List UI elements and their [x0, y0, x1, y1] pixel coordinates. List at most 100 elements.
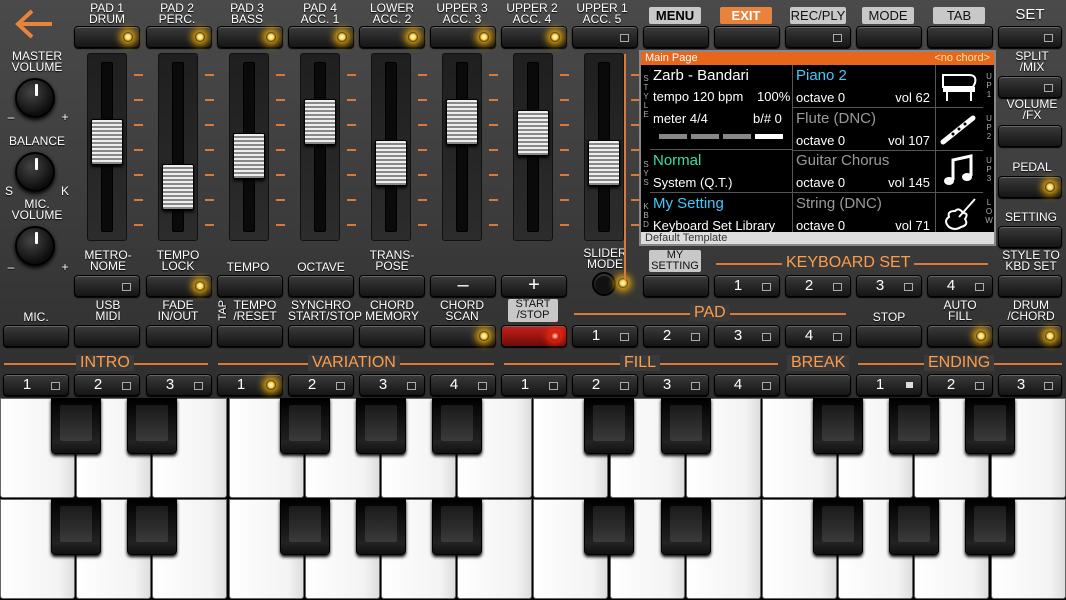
- balance-knob[interactable]: [15, 152, 55, 192]
- violin-icon[interactable]: [939, 197, 979, 237]
- menu-button[interactable]: [643, 26, 709, 48]
- lower-acc2-fader[interactable]: [375, 139, 407, 186]
- black-key[interactable]: [965, 499, 1016, 555]
- black-key[interactable]: [51, 499, 101, 555]
- black-key[interactable]: [51, 398, 101, 454]
- transpose-button[interactable]: [359, 275, 425, 297]
- octave-button[interactable]: [288, 275, 354, 297]
- minus-button[interactable]: –: [430, 275, 496, 297]
- fill-3-button[interactable]: 3: [643, 374, 709, 396]
- mic-button[interactable]: [3, 325, 69, 347]
- pad4-acc1-fader[interactable]: [304, 98, 336, 145]
- piano-icon[interactable]: [939, 69, 979, 109]
- ending-1-button[interactable]: 1: [856, 374, 922, 396]
- intro-1-button[interactable]: 1: [3, 374, 69, 396]
- black-key[interactable]: [584, 398, 635, 454]
- black-key[interactable]: [660, 499, 711, 555]
- mic-volume-knob[interactable]: [15, 226, 55, 266]
- exit-button[interactable]: [714, 26, 780, 48]
- chord-memory-button[interactable]: [359, 325, 425, 347]
- pad-1-button[interactable]: 1: [572, 325, 638, 347]
- upper2-acc4-button[interactable]: [501, 26, 567, 48]
- black-key[interactable]: [889, 398, 940, 454]
- auto-fill-button[interactable]: [927, 325, 993, 347]
- chord-scan-button[interactable]: [430, 325, 496, 347]
- my-setting-button[interactable]: [643, 275, 709, 297]
- rec-ply-button[interactable]: [785, 26, 851, 48]
- black-key[interactable]: [355, 499, 406, 555]
- black-key[interactable]: [813, 398, 863, 454]
- slider-mode-knob[interactable]: [592, 272, 616, 296]
- back-arrow-icon[interactable]: [14, 8, 56, 40]
- part-4-name[interactable]: String (DNC): [796, 195, 882, 212]
- drum-chord-button[interactable]: [998, 325, 1062, 347]
- setting-button[interactable]: [998, 226, 1062, 248]
- variation-3-button[interactable]: 3: [359, 374, 425, 396]
- tempo-button[interactable]: [217, 275, 283, 297]
- synchro-button[interactable]: [288, 325, 354, 347]
- master-volume-knob[interactable]: [15, 78, 55, 118]
- pad1-drum-fader[interactable]: [91, 119, 123, 166]
- start-stop-button[interactable]: [501, 325, 567, 347]
- fill-1-button[interactable]: 1: [501, 374, 567, 396]
- pad3-bass-button[interactable]: [217, 26, 283, 48]
- tempo-reset-button[interactable]: [217, 325, 283, 347]
- black-key[interactable]: [279, 398, 330, 454]
- style-to-kbd-button[interactable]: [998, 275, 1062, 297]
- black-key[interactable]: [127, 499, 178, 555]
- mode-button[interactable]: [856, 26, 922, 48]
- black-key[interactable]: [355, 398, 406, 454]
- keyboard-set-name[interactable]: My Setting: [653, 195, 724, 212]
- variation-4-button[interactable]: 4: [430, 374, 496, 396]
- black-key[interactable]: [584, 499, 635, 555]
- black-key[interactable]: [127, 398, 178, 454]
- fill-2-button[interactable]: 2: [572, 374, 638, 396]
- keyboard-set-3-button[interactable]: 3: [856, 275, 922, 297]
- stop-button[interactable]: [856, 325, 922, 347]
- pad4-acc1-button[interactable]: [288, 26, 354, 48]
- system-name[interactable]: Normal: [653, 152, 701, 169]
- black-key[interactable]: [660, 398, 711, 454]
- keyboard-set-1-button[interactable]: 1: [714, 275, 780, 297]
- lower-acc2-button[interactable]: [359, 26, 425, 48]
- variation-1-button[interactable]: 1: [217, 374, 283, 396]
- upper1-acc5-fader[interactable]: [588, 139, 620, 186]
- pad-2-button[interactable]: 2: [643, 325, 709, 347]
- pad2-perc-button[interactable]: [146, 26, 212, 48]
- split-mix-button[interactable]: [998, 76, 1062, 98]
- part-1-name[interactable]: Piano 2: [796, 67, 847, 84]
- pedal-button[interactable]: [998, 176, 1062, 198]
- style-name[interactable]: Zarb - Bandari: [653, 67, 749, 84]
- upper3-acc3-button[interactable]: [430, 26, 496, 48]
- intro-3-button[interactable]: 3: [146, 374, 212, 396]
- tab-button[interactable]: [927, 26, 993, 48]
- set-button[interactable]: [998, 26, 1062, 48]
- part-3-name[interactable]: Guitar Chorus: [796, 152, 889, 169]
- part-2-name[interactable]: Flute (DNC): [796, 110, 876, 127]
- volume-fx-button[interactable]: [998, 125, 1062, 147]
- break-button[interactable]: [785, 374, 851, 396]
- pad-3-button[interactable]: 3: [714, 325, 780, 347]
- fade-button[interactable]: [146, 325, 212, 347]
- music-note-icon[interactable]: [939, 154, 979, 194]
- black-key[interactable]: [279, 499, 330, 555]
- black-key[interactable]: [965, 398, 1016, 454]
- flute-icon[interactable]: [939, 112, 979, 152]
- pad3-bass-fader[interactable]: [233, 132, 265, 179]
- pad-4-button[interactable]: 4: [785, 325, 851, 347]
- intro-2-button[interactable]: 2: [74, 374, 140, 396]
- usb-midi-button[interactable]: [74, 325, 140, 347]
- variation-2-button[interactable]: 2: [288, 374, 354, 396]
- pad2-perc-fader[interactable]: [162, 164, 194, 211]
- ending-3-button[interactable]: 3: [998, 374, 1062, 396]
- pad1-drum-button[interactable]: [74, 26, 140, 48]
- fill-4-button[interactable]: 4: [714, 374, 780, 396]
- black-key[interactable]: [889, 499, 940, 555]
- upper3-acc3-fader[interactable]: [446, 98, 478, 145]
- metronome-button[interactable]: [74, 275, 140, 297]
- tempo-lock-button[interactable]: [146, 275, 212, 297]
- black-key[interactable]: [432, 398, 482, 454]
- plus-button[interactable]: +: [501, 275, 567, 297]
- keyboard-set-4-button[interactable]: 4: [927, 275, 993, 297]
- ending-2-button[interactable]: 2: [927, 374, 993, 396]
